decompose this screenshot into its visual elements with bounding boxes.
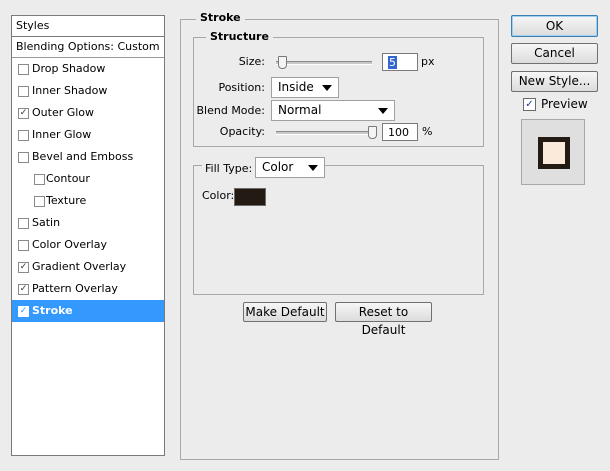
fill-type-dropdown[interactable]: Color (255, 157, 325, 178)
style-item-label: Outer Glow (32, 106, 95, 119)
chevron-down-icon (308, 165, 318, 171)
opacity-label: Opacity: (219, 125, 265, 138)
preview-label: Preview (541, 97, 588, 111)
ok-button[interactable]: OK (511, 15, 598, 37)
style-checkbox[interactable]: ✓ (18, 306, 29, 317)
preview-area (521, 119, 585, 185)
style-item-label: Gradient Overlay (32, 260, 127, 273)
style-item-stroke[interactable]: ✓ Stroke (12, 300, 164, 322)
fill-group (193, 165, 484, 295)
styles-list: Styles Blending Options: Custom Drop Sha… (11, 15, 165, 456)
reset-to-default-button[interactable]: Reset to Default (335, 302, 432, 337)
style-item-label: Contour (46, 172, 90, 185)
style-checkbox[interactable] (34, 196, 45, 207)
style-item-outer-glow[interactable]: ✓ Outer Glow (12, 102, 164, 124)
style-item-gradient-overlay[interactable]: ✓ Gradient Overlay (12, 256, 164, 278)
style-checkbox[interactable]: ✓ (18, 262, 29, 273)
style-item-label: Inner Glow (32, 128, 92, 141)
blending-options-item[interactable]: Blending Options: Custom (12, 37, 164, 58)
fill-type-value: Color (262, 160, 294, 174)
size-input[interactable]: 5 (382, 53, 418, 71)
style-item-pattern-overlay[interactable]: ✓ Pattern Overlay (12, 278, 164, 300)
chevron-down-icon (378, 108, 388, 114)
style-checkbox[interactable] (18, 64, 29, 75)
blend-mode-dropdown[interactable]: Normal (271, 100, 395, 121)
position-value: Inside (278, 80, 314, 94)
style-item-label: Drop Shadow (32, 62, 106, 75)
fill-type-label: Fill Type: (202, 162, 256, 175)
styles-header[interactable]: Styles (12, 16, 164, 37)
style-checkbox[interactable] (18, 218, 29, 229)
stroke-group-title: Stroke (196, 11, 245, 24)
style-checkbox[interactable] (18, 240, 29, 251)
style-item-inner-shadow[interactable]: Inner Shadow (12, 80, 164, 102)
style-item-label: Texture (46, 194, 87, 207)
style-item-texture[interactable]: Texture (12, 190, 164, 212)
style-item-contour[interactable]: Contour (12, 168, 164, 190)
position-dropdown[interactable]: Inside (271, 77, 339, 98)
size-slider-thumb[interactable] (277, 56, 287, 69)
style-checkbox[interactable]: ✓ (18, 284, 29, 295)
color-label: Color: (202, 189, 235, 202)
style-checkbox[interactable] (18, 130, 29, 141)
structure-group-title: Structure (206, 30, 273, 43)
style-item-inner-glow[interactable]: Inner Glow (12, 124, 164, 146)
opacity-slider-track[interactable] (276, 131, 372, 135)
size-slider-track[interactable] (276, 61, 372, 65)
style-item-satin[interactable]: Satin (12, 212, 164, 234)
style-checkbox[interactable] (34, 174, 45, 185)
style-item-label: Stroke (32, 304, 73, 317)
style-item-bevel-and-emboss[interactable]: Bevel and Emboss (12, 146, 164, 168)
blend-mode-value: Normal (278, 103, 322, 117)
size-input-value: 5 (388, 56, 397, 69)
style-checkbox[interactable] (18, 152, 29, 163)
style-item-label: Pattern Overlay (32, 282, 118, 295)
size-unit: px (421, 55, 435, 68)
style-checkbox[interactable]: ✓ (18, 108, 29, 119)
opacity-input[interactable]: 100 (382, 123, 418, 141)
style-item-label: Inner Shadow (32, 84, 108, 97)
position-label: Position: (218, 81, 265, 94)
chevron-down-icon (322, 85, 332, 91)
style-item-label: Satin (32, 216, 61, 229)
style-item-drop-shadow[interactable]: Drop Shadow (12, 58, 164, 80)
style-item-label: Color Overlay (32, 238, 107, 251)
opacity-slider-thumb[interactable] (368, 126, 377, 139)
stroke-color-swatch[interactable] (234, 188, 266, 206)
style-items: Drop Shadow Inner Shadow ✓ Outer Glow Inner … (12, 58, 164, 322)
blend-mode-label: Blend Mode: (196, 104, 266, 117)
make-default-button[interactable]: Make Default (243, 302, 327, 322)
opacity-unit: % (422, 125, 433, 138)
style-checkbox[interactable] (18, 86, 29, 97)
style-preview-swatch (538, 137, 570, 169)
style-item-label: Bevel and Emboss (32, 150, 134, 163)
size-label: Size: (238, 55, 265, 68)
cancel-button[interactable]: Cancel (511, 43, 598, 64)
preview-checkbox[interactable]: ✓ (523, 98, 536, 111)
new-style-button[interactable]: New Style... (511, 71, 598, 92)
style-item-color-overlay[interactable]: Color Overlay (12, 234, 164, 256)
